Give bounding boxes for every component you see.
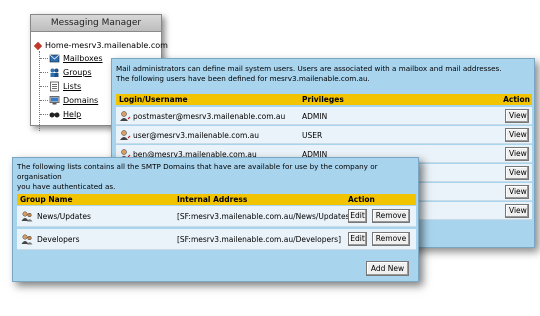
col-action: Action bbox=[348, 195, 375, 204]
user-login: postmaster@mesrv3.mailenable.com.au bbox=[133, 112, 286, 121]
lists-intro: The following lists contains all the SMT… bbox=[17, 162, 415, 192]
groups-icon bbox=[50, 68, 59, 77]
table-row: News/Updates [SF:mesrv3.mailenable.com.a… bbox=[17, 206, 416, 227]
users-intro: Mail administrators can define mail syst… bbox=[116, 64, 528, 83]
col-group-name: Group Name bbox=[20, 195, 73, 204]
table-row: Developers [SF:mesrv3.mailenable.com.au/… bbox=[17, 229, 416, 250]
tree-item-domains-label: Domains bbox=[63, 96, 99, 105]
tree-item-lists-label: Lists bbox=[63, 82, 82, 91]
view-user-button[interactable]: View bbox=[505, 147, 529, 161]
tree-item-mailboxes-label: Mailboxes bbox=[63, 54, 103, 63]
remove-list-button[interactable]: Remove bbox=[372, 209, 410, 223]
group-icon bbox=[21, 234, 33, 245]
tree-root-label: Home-mesrv3.mailenable.com bbox=[45, 41, 168, 50]
col-action: Action bbox=[503, 95, 530, 104]
user-privilege: ADMIN bbox=[302, 112, 328, 121]
user-icon bbox=[120, 130, 131, 140]
home-server-icon bbox=[34, 41, 42, 50]
view-user-button[interactable]: View bbox=[505, 204, 529, 218]
col-privileges: Privileges bbox=[302, 95, 344, 104]
view-user-button[interactable]: View bbox=[505, 109, 529, 123]
view-user-button[interactable]: View bbox=[505, 185, 529, 199]
tree-item-help[interactable]: Help bbox=[40, 109, 82, 120]
user-icon bbox=[120, 111, 131, 121]
users-table-header: Login/Username Privileges Action bbox=[116, 94, 532, 105]
tree-item-groups[interactable]: Groups bbox=[40, 67, 92, 78]
users-intro-line1: Mail administrators can define mail syst… bbox=[116, 64, 502, 73]
table-row: postmaster@mesrv3.mailenable.com.au ADMI… bbox=[116, 107, 532, 125]
domains-icon bbox=[49, 96, 60, 105]
group-icon bbox=[21, 211, 33, 222]
mailboxes-icon bbox=[49, 54, 60, 63]
remove-list-button[interactable]: Remove bbox=[372, 232, 410, 246]
tree-item-domains[interactable]: Domains bbox=[40, 95, 99, 106]
lists-panel: The following lists contains all the SMT… bbox=[12, 157, 419, 282]
view-user-button[interactable]: View bbox=[505, 128, 529, 142]
tree-root[interactable]: Home-mesrv3.mailenable.com bbox=[34, 41, 168, 50]
tree-item-lists[interactable]: Lists bbox=[40, 81, 82, 92]
col-internal-address: Internal Address bbox=[177, 195, 248, 204]
tree-item-groups-label: Groups bbox=[63, 68, 92, 77]
table-row: user@mesrv3.mailenable.com.au USER View bbox=[116, 126, 532, 144]
list-address: [SF:mesrv3.mailenable.com.au/News/Update… bbox=[177, 212, 353, 221]
col-login: Login/Username bbox=[119, 95, 188, 104]
view-user-button[interactable]: View bbox=[505, 166, 529, 180]
lists-table-header: Group Name Internal Address Action bbox=[17, 194, 416, 205]
user-privilege: USER bbox=[302, 131, 323, 140]
edit-list-button[interactable]: Edit bbox=[348, 232, 367, 246]
add-new-button[interactable]: Add New bbox=[366, 261, 409, 276]
users-intro-line2: The following users have been defined fo… bbox=[116, 73, 370, 83]
help-icon bbox=[49, 112, 60, 118]
list-name: Developers bbox=[37, 235, 80, 244]
tree-title: Messaging Manager bbox=[31, 15, 161, 32]
edit-list-button[interactable]: Edit bbox=[348, 209, 367, 223]
list-address: [SF:mesrv3.mailenable.com.au/Developers] bbox=[177, 235, 342, 244]
tree-item-mailboxes[interactable]: Mailboxes bbox=[40, 53, 103, 64]
lists-intro-line2: you have authenticated as. bbox=[17, 182, 116, 191]
lists-icon bbox=[50, 81, 59, 92]
list-name: News/Updates bbox=[37, 212, 91, 221]
tree-item-help-label: Help bbox=[63, 110, 82, 119]
user-login: user@mesrv3.mailenable.com.au bbox=[133, 131, 259, 140]
lists-intro-line1: The following lists contains all the SMT… bbox=[17, 162, 378, 181]
